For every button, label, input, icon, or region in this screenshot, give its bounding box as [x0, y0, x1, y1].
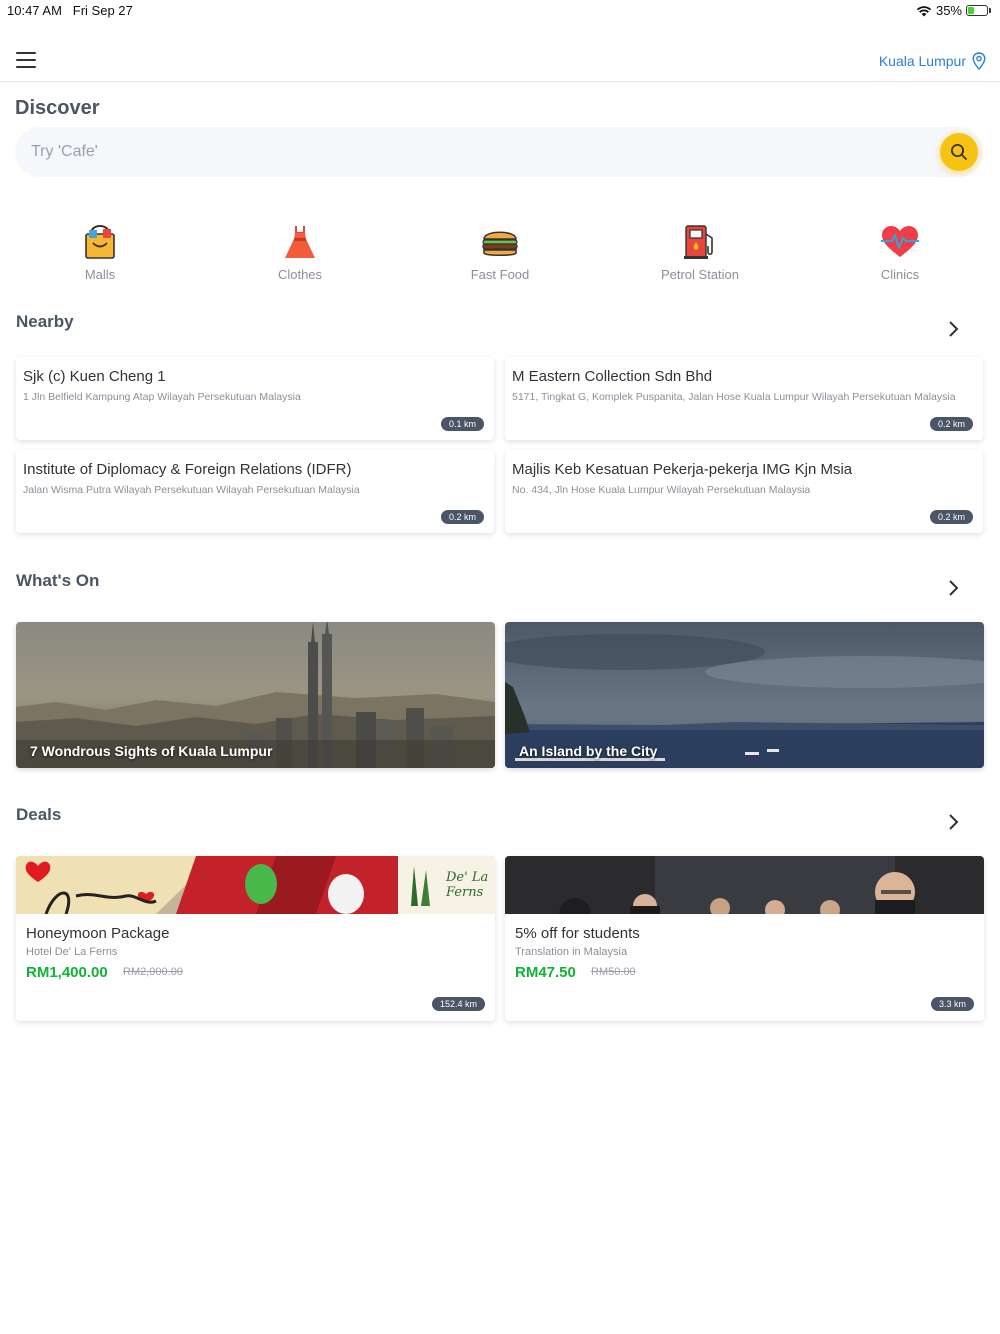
deal-card[interactable]: 5% off for students Translation in Malay… [505, 856, 984, 1021]
search-icon [951, 144, 967, 160]
whats-on-caption: An Island by the City [519, 743, 658, 759]
status-bar: 10:47 AM Fri Sep 27 35% [0, 0, 1000, 22]
burger-icon [430, 222, 570, 262]
nearby-chevron-right-icon[interactable] [944, 320, 962, 338]
nearby-card[interactable]: Majlis Keb Kesatuan Pekerja-pekerja IMG … [505, 450, 983, 533]
deal-merchant: Translation in Malaysia [515, 946, 628, 958]
category-label: Fast Food [470, 267, 530, 282]
distance-badge: 0.2 km [929, 417, 973, 431]
battery-fill [968, 7, 975, 14]
deal-image: De' La Ferns [16, 856, 495, 914]
category-clinics[interactable]: Clinics [830, 222, 970, 282]
fuel-pump-icon [630, 222, 770, 262]
map-pin-icon [972, 52, 986, 70]
shopping-bag-icon [30, 222, 170, 262]
dress-icon [230, 222, 370, 262]
whats-on-caption: 7 Wondrous Sights of Kuala Lumpur [30, 743, 273, 759]
status-time: 10:47 AM Fri Sep 27 [7, 3, 133, 18]
nearby-address: 1 Jln Belfield Kampung Atap Wilayah Pers… [23, 391, 301, 403]
nearby-card[interactable]: Institute of Diplomacy & Foreign Relatio… [16, 450, 494, 533]
nearby-name: M Eastern Collection Sdn Bhd [512, 368, 713, 385]
distance-badge: 0.1 km [440, 417, 484, 431]
location-selector[interactable]: Kuala Lumpur [879, 52, 986, 70]
nearby-card[interactable]: M Eastern Collection Sdn Bhd 5171, Tingk… [505, 357, 983, 440]
heart-pulse-icon [830, 222, 970, 262]
deal-title: Honeymoon Package [26, 925, 170, 942]
nearby-address: Jalan Wisma Putra Wilayah Persekutuan Wi… [23, 484, 360, 496]
discover-title: Discover [15, 97, 100, 119]
distance-badge: 0.2 km [929, 510, 973, 524]
nearby-title: Nearby [16, 312, 74, 331]
deals-chevron-right-icon[interactable] [944, 813, 962, 831]
deal-merchant: Hotel De' La Ferns [26, 946, 118, 958]
hotel-logo-text: De' La Ferns [446, 870, 489, 900]
search-bar [15, 127, 983, 177]
search-input[interactable] [31, 127, 911, 177]
whats-on-card[interactable]: 7 Wondrous Sights of Kuala Lumpur [16, 622, 495, 768]
category-label: Clinics [880, 267, 920, 282]
nearby-address: No. 434, Jln Hose Kuala Lumpur Wilayah P… [512, 484, 811, 496]
top-nav: Kuala Lumpur [0, 40, 1000, 82]
distance-badge: 0.2 km [440, 510, 484, 524]
category-clothes[interactable]: Clothes [230, 222, 370, 282]
nearby-name: Majlis Keb Kesatuan Pekerja-pekerja IMG … [512, 461, 853, 478]
whats-on-card[interactable]: An Island by the City [505, 622, 984, 768]
honeymoon-banner-image [16, 856, 495, 914]
category-row: Malls Clothes Fast Food Petrol Station C… [0, 222, 1000, 292]
deal-price: RM47.50 [515, 964, 576, 981]
deals-title: Deals [16, 805, 62, 824]
deal-title: 5% off for students [515, 925, 640, 942]
deal-old-price: RM50.00 [591, 966, 636, 978]
battery-icon [966, 5, 991, 16]
distance-badge: 3.3 km [930, 997, 974, 1011]
deal-old-price: RM2,000.00 [123, 966, 183, 978]
category-label: Petrol Station [660, 267, 740, 282]
nearby-name: Sjk (c) Kuen Cheng 1 [23, 368, 166, 385]
category-label: Clothes [277, 267, 323, 282]
category-malls[interactable]: Malls [30, 222, 170, 282]
status-right: 35% [916, 3, 991, 18]
deal-image [505, 856, 984, 914]
category-petrol-station[interactable]: Petrol Station [630, 222, 770, 282]
category-fast-food[interactable]: Fast Food [430, 222, 570, 282]
nearby-address: 5171, Tingkat G, Komplek Puspanita, Jala… [512, 391, 956, 403]
students-banner-image [505, 856, 984, 914]
category-label: Malls [84, 267, 116, 282]
status-time-text: 10:47 AM [7, 3, 62, 18]
nearby-name: Institute of Diplomacy & Foreign Relatio… [23, 461, 352, 478]
battery-percent: 35% [935, 3, 962, 18]
hamburger-menu-icon[interactable] [16, 52, 36, 68]
wifi-icon [916, 5, 932, 16]
location-label: Kuala Lumpur [878, 53, 966, 69]
search-button[interactable] [940, 133, 978, 171]
nearby-card[interactable]: Sjk (c) Kuen Cheng 1 1 Jln Belfield Kamp… [16, 357, 494, 440]
deal-price: RM1,400.00 [26, 964, 108, 981]
deal-card[interactable]: De' La Ferns Honeymoon Package Hotel De'… [16, 856, 495, 1021]
status-date-text: Fri Sep 27 [72, 3, 133, 18]
distance-badge: 152.4 km [431, 997, 485, 1011]
whats-on-chevron-right-icon[interactable] [944, 579, 962, 597]
whats-on-title: What's On [16, 571, 100, 590]
